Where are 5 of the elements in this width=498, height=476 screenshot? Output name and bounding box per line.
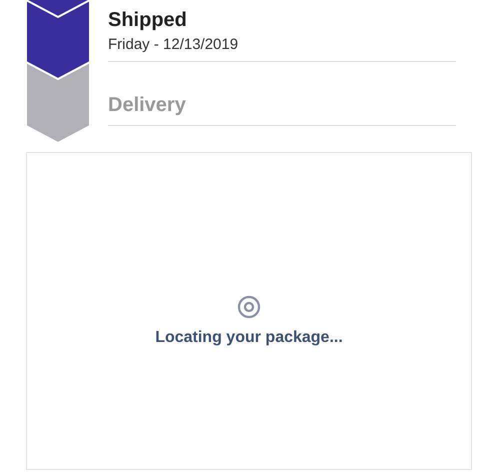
step-title: Delivery bbox=[108, 94, 187, 117]
step-title: Shipped bbox=[108, 9, 188, 32]
locating-message: Locating your package... bbox=[155, 329, 343, 347]
location-icon bbox=[237, 295, 261, 319]
step-date: Friday - 12/13/2019 bbox=[108, 36, 240, 53]
